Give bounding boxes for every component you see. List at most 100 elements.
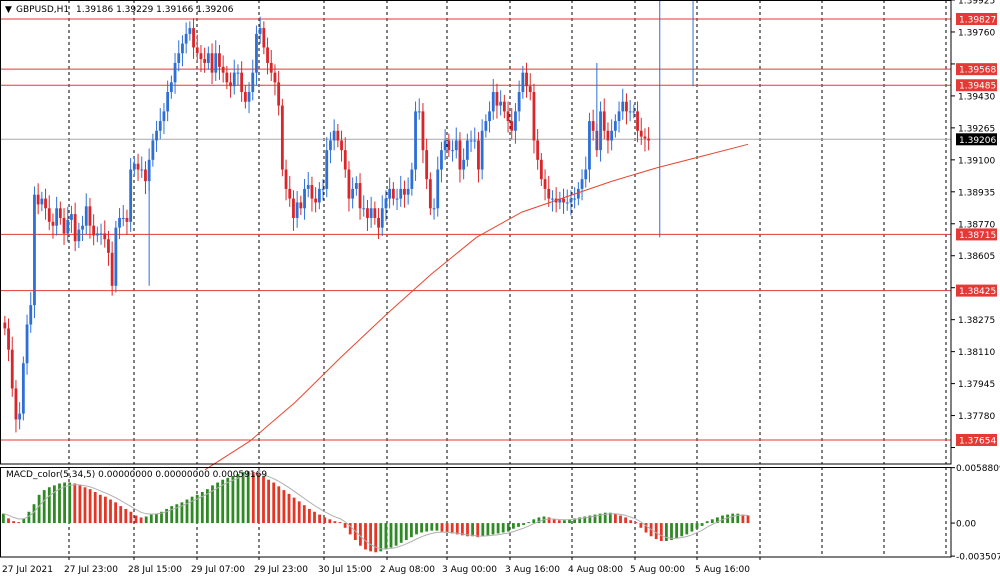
bull-candle <box>514 111 517 131</box>
macd-bar-up <box>700 523 704 526</box>
macd-bar-down <box>634 522 638 524</box>
bull-candle <box>613 121 617 131</box>
macd-bar-up <box>670 523 673 541</box>
bull-candle <box>395 198 399 200</box>
level-price-label: 1.39827 <box>959 15 996 25</box>
bull-candle <box>354 183 358 189</box>
macd-bar-up <box>517 523 520 527</box>
macd-bar-down <box>98 494 102 524</box>
bull-candle <box>388 188 392 199</box>
bull-candle <box>573 198 577 200</box>
bull-candle <box>33 194 36 306</box>
bull-candle <box>295 202 299 218</box>
macd-bar-down <box>119 506 123 524</box>
macd-title: MACD_color(5,34,5) 0.00000000 0.00000000… <box>6 470 267 480</box>
bull-candle <box>121 217 125 219</box>
macd-bar-up <box>731 513 735 524</box>
bear-candle <box>195 47 199 54</box>
bear-candle <box>62 217 66 234</box>
time-tick-label: 27 Jul 2021 <box>2 565 53 575</box>
bear-candle <box>14 388 18 420</box>
bull-candle <box>473 140 477 142</box>
time-tick-label: 5 Aug 00:00 <box>630 565 685 575</box>
bear-candle <box>562 198 565 203</box>
price-tick-label: 1.37780 <box>958 412 995 422</box>
bear-candle <box>532 92 536 141</box>
bear-candle <box>639 130 643 137</box>
macd-bar-down <box>619 515 622 524</box>
bull-candle <box>29 305 33 325</box>
bull-candle <box>462 159 466 170</box>
bear-candle <box>502 101 506 112</box>
macd-bar-down <box>450 523 454 534</box>
bear-candle <box>221 66 225 73</box>
time-tick-label: 3 Aug 16:00 <box>505 565 560 575</box>
bull-candle <box>621 101 625 112</box>
bull-candle <box>599 111 602 151</box>
macd-bar-down <box>282 490 286 524</box>
horizontal-levels <box>0 18 951 441</box>
macd-bar-up <box>435 523 439 531</box>
bear-candle <box>273 72 277 83</box>
bear-candle <box>199 53 203 60</box>
macd-bar-up <box>399 523 403 543</box>
bull-candle <box>610 130 614 141</box>
macd-bar-down <box>262 476 265 524</box>
bull-candle <box>617 111 621 122</box>
macd-bar-up <box>690 523 694 532</box>
chart-header[interactable]: ▼ GBPUSD,H1 1.39186 1.39229 1.39166 1.39… <box>5 5 234 15</box>
macd-bar-down <box>333 521 337 524</box>
bull-candle <box>488 111 491 122</box>
macd-bar-up <box>501 523 505 533</box>
macd-bar-down <box>129 511 133 524</box>
bull-candle <box>628 111 632 113</box>
time-axis: 27 Jul 2021 27 Jul 23:00 28 Jul 15:00 29 Ju… <box>2 557 761 575</box>
bear-candle <box>192 28 195 48</box>
bear-candle <box>377 217 380 228</box>
bear-candle <box>643 136 647 139</box>
bull-candle <box>206 53 210 63</box>
bear-candle <box>288 188 292 199</box>
bull-candle <box>499 101 503 106</box>
macd-bar-up <box>144 516 148 524</box>
macd-bar-down <box>134 515 138 524</box>
bull-candle <box>77 229 81 242</box>
time-tick-label: 29 Jul 23:00 <box>254 565 308 575</box>
macd-bar-up <box>63 482 66 524</box>
macd-bar-down <box>557 520 561 524</box>
bull-candle <box>84 206 88 226</box>
macd-bar-up <box>512 523 515 529</box>
macd-bar-down <box>746 515 750 524</box>
bull-candle <box>129 169 133 222</box>
time-tick-label: 28 Jul 15:00 <box>128 565 182 575</box>
macd-bar-up <box>231 475 235 524</box>
bear-candle <box>210 53 214 73</box>
bull-candle <box>95 233 99 236</box>
macd-bar-down <box>629 520 633 524</box>
bear-candle <box>343 150 347 170</box>
macd-bar-down <box>624 517 627 524</box>
macd-bar-up <box>420 523 423 533</box>
bear-candle <box>218 53 221 67</box>
macd-bar-down <box>277 486 281 524</box>
macd-bar-up <box>471 523 474 537</box>
bear-candle <box>36 194 40 205</box>
macd-bar-down <box>338 522 342 524</box>
macd-bar-up <box>425 523 429 532</box>
bear-candle <box>636 111 639 131</box>
bear-candle <box>391 188 395 199</box>
bull-candle <box>410 169 414 189</box>
bear-candle <box>225 72 229 83</box>
macd-bar-up <box>496 523 500 534</box>
macd-bar-down <box>73 483 77 524</box>
macd-bar-up <box>394 523 398 546</box>
symbol-dropdown-icon[interactable]: ▼ <box>5 5 12 15</box>
bear-candle <box>136 163 140 170</box>
bull-candle <box>565 202 569 204</box>
bear-candle <box>243 92 247 102</box>
bull-candle <box>155 130 158 141</box>
candlestick-series <box>3 0 694 433</box>
bear-candle <box>73 214 77 242</box>
bull-candle <box>465 140 469 160</box>
macd-bar-up <box>155 513 158 524</box>
